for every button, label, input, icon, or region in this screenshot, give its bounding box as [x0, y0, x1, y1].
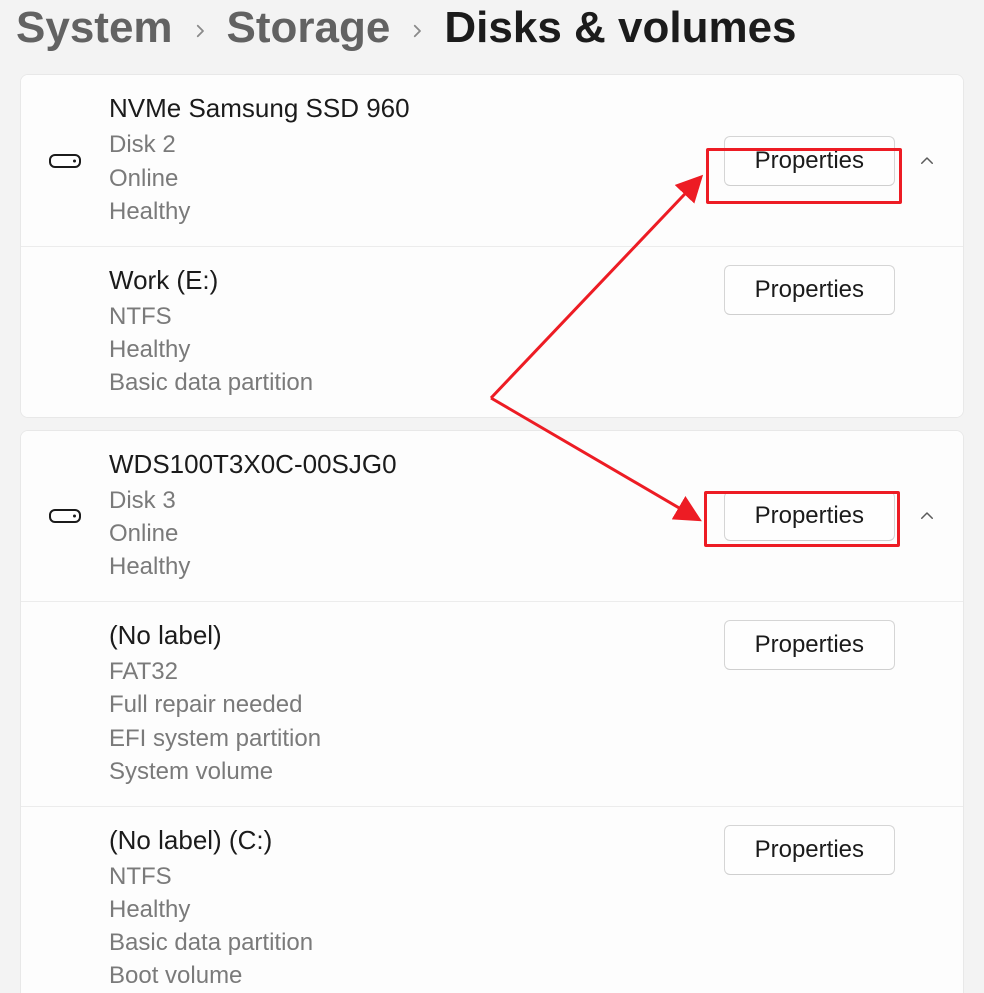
- properties-button[interactable]: Properties: [724, 136, 895, 186]
- volume-name: (No label) (C:): [109, 825, 724, 856]
- chevron-up-icon[interactable]: [913, 147, 941, 175]
- disk-header-row: NVMe Samsung SSD 960 Disk 2 Online Healt…: [21, 75, 963, 245]
- volume-health: Full repair needed: [109, 688, 724, 721]
- volume-name: Work (E:): [109, 265, 724, 296]
- volume-partition-type: Basic data partition: [109, 366, 724, 399]
- disk-online-status: Online: [109, 162, 724, 195]
- properties-button[interactable]: Properties: [724, 825, 895, 875]
- chevron-right-icon: [408, 16, 426, 40]
- properties-button[interactable]: Properties: [724, 620, 895, 670]
- breadcrumb: System Storage Disks & volumes: [0, 0, 984, 74]
- volume-filesystem: FAT32: [109, 655, 724, 688]
- breadcrumb-current: Disks & volumes: [444, 4, 796, 52]
- properties-button[interactable]: Properties: [724, 491, 895, 541]
- properties-button[interactable]: Properties: [724, 265, 895, 315]
- volume-health: Healthy: [109, 333, 724, 366]
- disk-online-status: Online: [109, 517, 724, 550]
- disk-icon: [49, 509, 81, 523]
- volume-extra: System volume: [109, 755, 724, 788]
- chevron-up-icon[interactable]: [913, 502, 941, 530]
- chevron-right-icon: [191, 16, 209, 40]
- volume-row: (No label) FAT32 Full repair needed EFI …: [21, 601, 963, 805]
- disk-name: NVMe Samsung SSD 960: [109, 93, 724, 124]
- volume-extra: Boot volume: [109, 959, 724, 992]
- disk-health-status: Healthy: [109, 195, 724, 228]
- breadcrumb-system[interactable]: System: [16, 4, 173, 52]
- disk-header-row: WDS100T3X0C-00SJG0 Disk 3 Online Healthy…: [21, 431, 963, 601]
- volume-partition-type: EFI system partition: [109, 722, 724, 755]
- disk-card: WDS100T3X0C-00SJG0 Disk 3 Online Healthy…: [20, 430, 964, 993]
- volume-row: Work (E:) NTFS Healthy Basic data partit…: [21, 246, 963, 417]
- volume-health: Healthy: [109, 893, 724, 926]
- disk-number: Disk 2: [109, 128, 724, 161]
- volume-row: (No label) (C:) NTFS Healthy Basic data …: [21, 806, 963, 993]
- disk-name: WDS100T3X0C-00SJG0: [109, 449, 724, 480]
- disk-card: NVMe Samsung SSD 960 Disk 2 Online Healt…: [20, 74, 964, 418]
- volume-filesystem: NTFS: [109, 300, 724, 333]
- disk-icon: [49, 154, 81, 168]
- volume-filesystem: NTFS: [109, 860, 724, 893]
- disk-number: Disk 3: [109, 484, 724, 517]
- breadcrumb-storage[interactable]: Storage: [227, 4, 391, 52]
- volume-partition-type: Basic data partition: [109, 926, 724, 959]
- volume-name: (No label): [109, 620, 724, 651]
- disk-health-status: Healthy: [109, 550, 724, 583]
